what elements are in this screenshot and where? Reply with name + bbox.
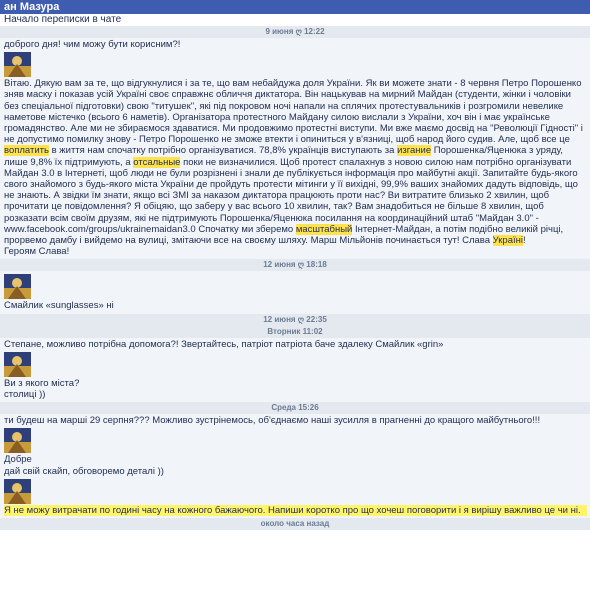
message-text: Ви з якого міста? <box>4 377 80 389</box>
timestamp-divider: 12 июня ღ 18:18 <box>0 259 590 272</box>
message: ти будеш на марші 29 серпня??? Можливо з… <box>0 414 590 519</box>
message-text: Добре <box>4 454 32 466</box>
chat-title: ан Мазура <box>4 1 60 13</box>
user-avatar-icon[interactable] <box>4 428 31 454</box>
message-text: Степане, можливо потрібна допомога?! Зве… <box>4 338 444 350</box>
timestamp-divider: около часа назад <box>0 518 590 531</box>
message-text: Героям Слава! <box>4 246 70 258</box>
message-text: Я не можу витрачати по годині часу на ко… <box>4 504 587 517</box>
user-avatar-icon[interactable] <box>4 274 31 300</box>
message-text: доброго дня! чим можу бути корисним?! <box>4 39 181 50</box>
message-text: дай свій скайп, обговоремо деталі )) <box>4 465 164 477</box>
message-text: Смайлик «sunglasses» ні <box>4 300 114 312</box>
timestamp-divider: Вторник 11:02 <box>0 325 590 338</box>
message-text: ти будеш на марші 29 серпня??? Можливо з… <box>4 415 541 427</box>
chat-history[interactable]: 9 июня ღ 12:22 доброго дня! чим можу бут… <box>0 26 590 531</box>
user-avatar-icon[interactable] <box>4 478 31 504</box>
user-avatar-icon[interactable] <box>4 52 31 78</box>
user-avatar-icon[interactable] <box>4 351 31 377</box>
message: Смайлик «sunglasses» ні <box>0 271 590 314</box>
chat-title-bar: ан Мазура <box>0 0 590 14</box>
message-text: столиці )) <box>4 389 46 401</box>
timestamp-divider: Среда 15:26 <box>0 402 590 415</box>
chat-start-label: Начало переписки в чате <box>4 14 122 25</box>
message: Степане, можливо потрібна допомога?! Зве… <box>0 337 590 403</box>
message: доброго дня! чим можу бути корисним?! Ві… <box>0 38 590 260</box>
timestamp-divider: 9 июня ღ 12:22 <box>0 26 590 38</box>
timestamp-divider: 12 июня ღ 22:35 <box>0 313 590 326</box>
message-text: Вітаю. Дякую вам за те, що відгукнулися … <box>4 78 583 247</box>
